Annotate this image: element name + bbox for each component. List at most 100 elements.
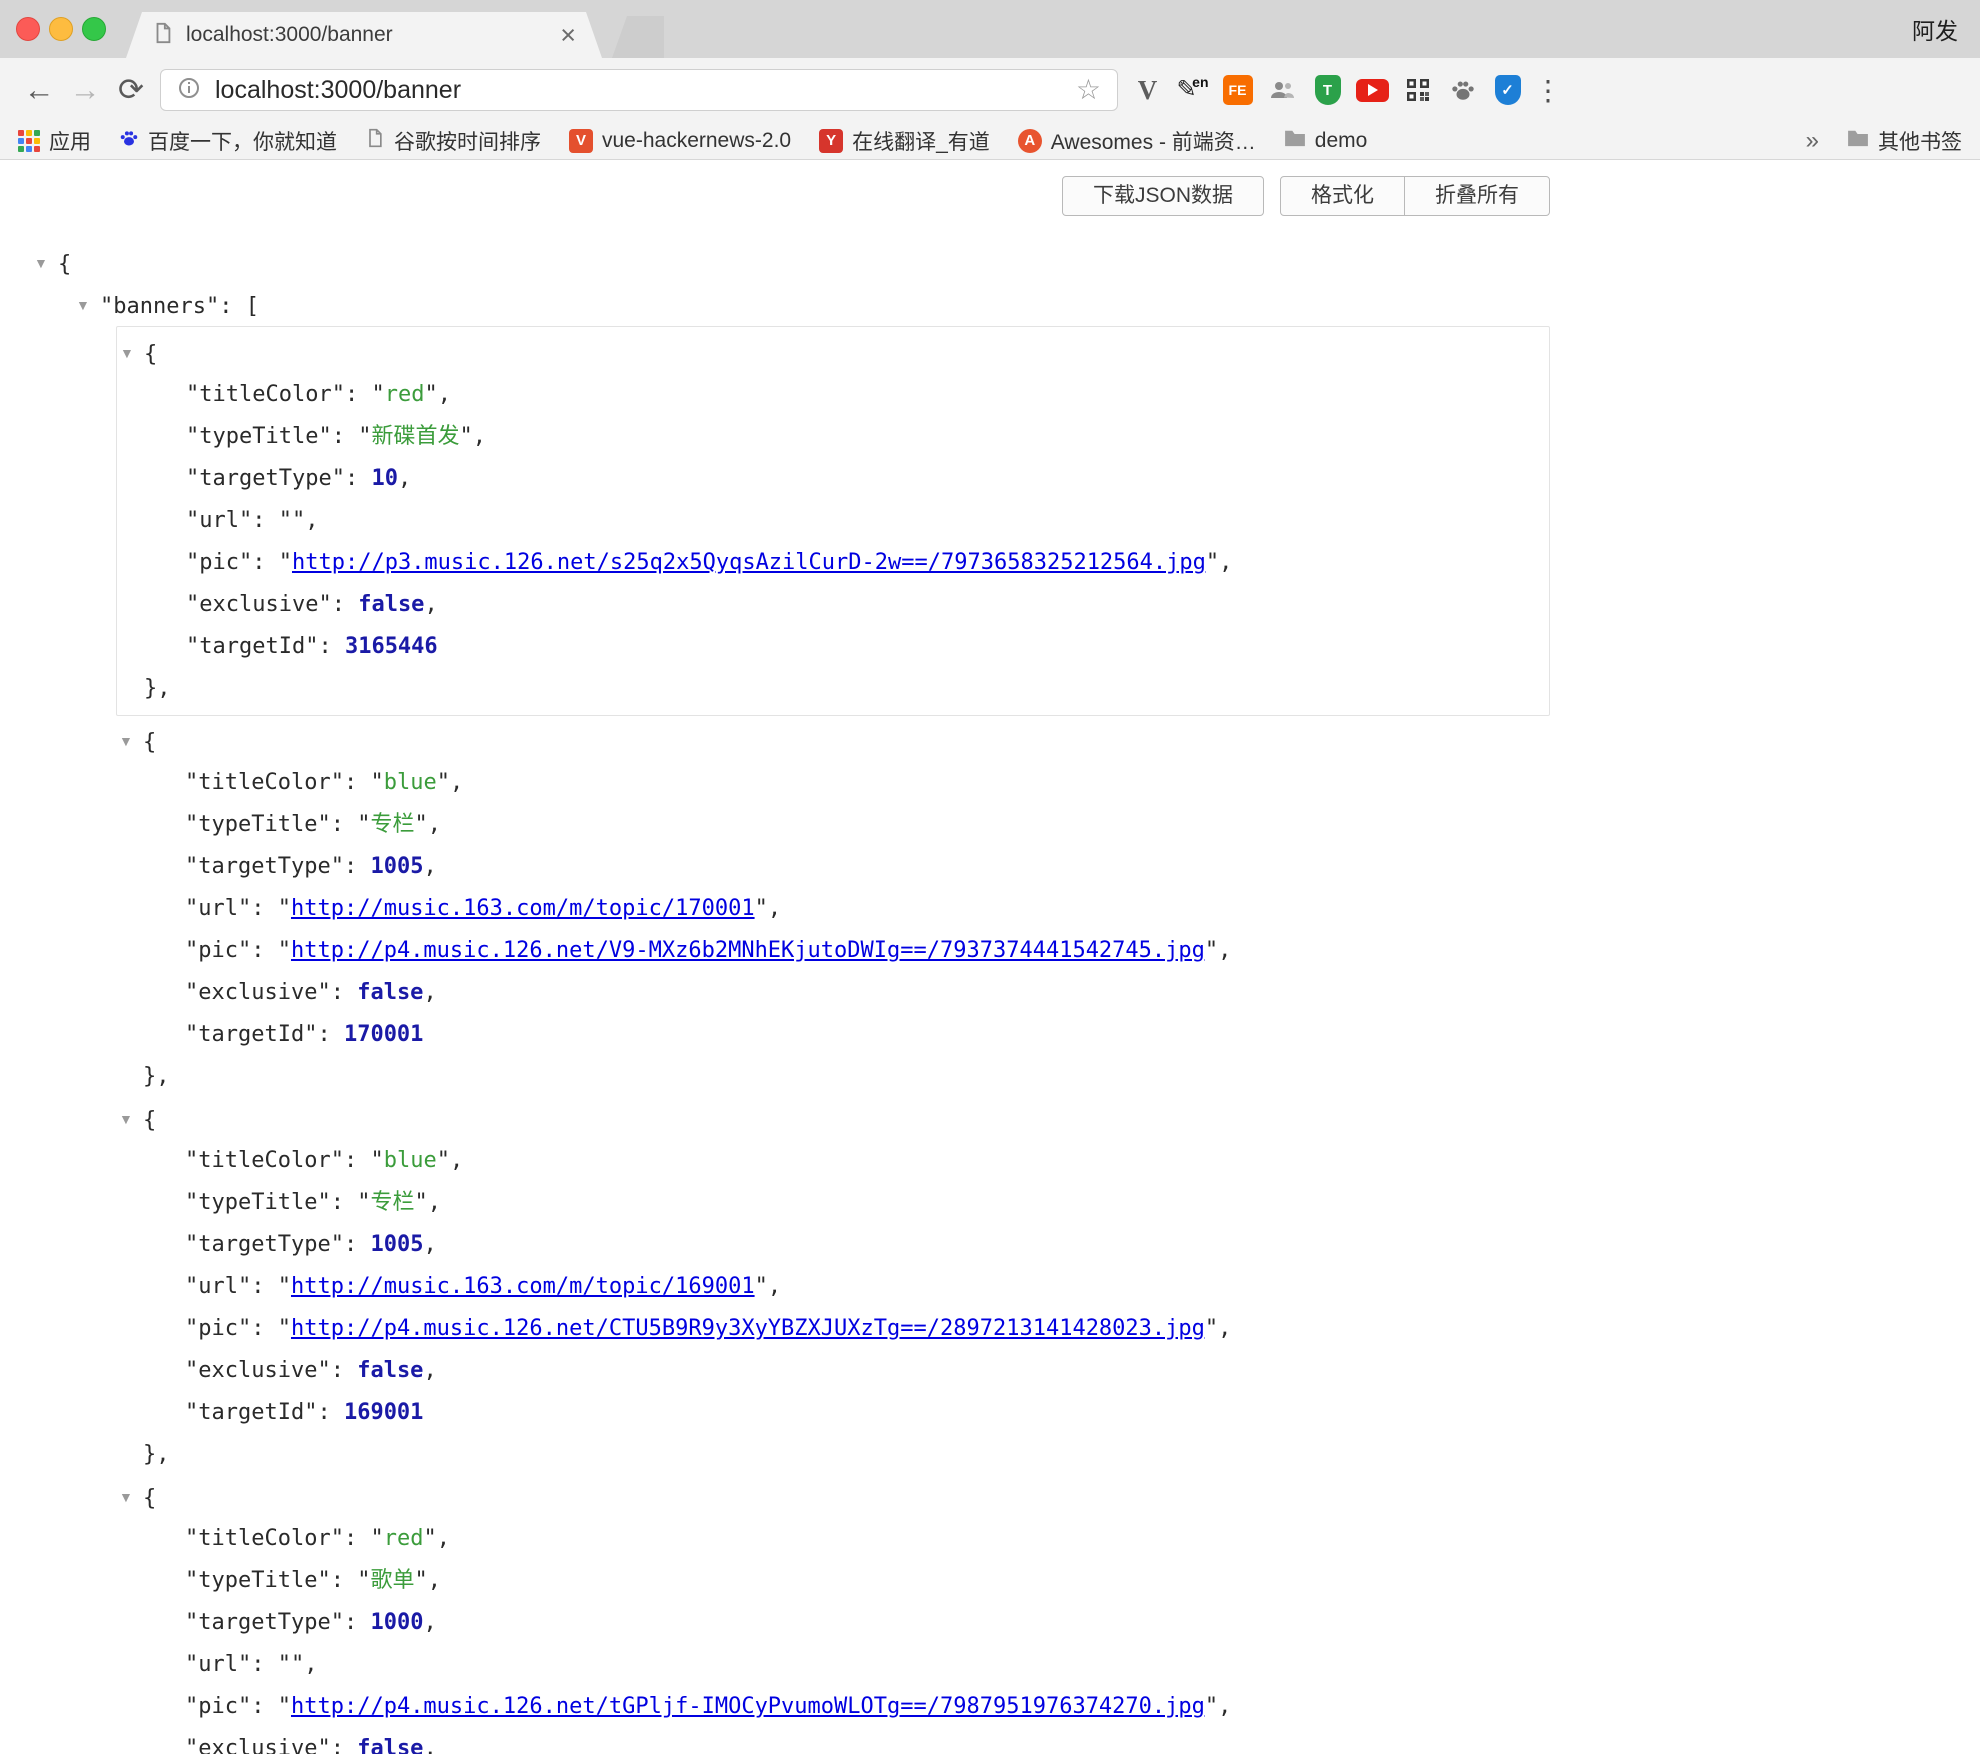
bookmark-label: 在线翻译_有道 [852, 126, 990, 156]
json-token-p: "" [278, 1652, 305, 1677]
collapse-all-button[interactable]: 折叠所有 [1404, 176, 1550, 216]
json-line: "url": "http://music.163.com/m/topic/170… [116, 888, 1550, 930]
bookmark-youdao[interactable]: Y 在线翻译_有道 [819, 126, 990, 156]
json-token-num: 1005 [370, 1232, 423, 1257]
json-token-key: "pic" [186, 550, 252, 575]
json-line: "typeTitle": "歌单", [116, 1560, 1550, 1602]
chrome-menu-icon[interactable]: ⋮ [1533, 74, 1563, 107]
json-token-key: "typeTitle" [186, 424, 332, 449]
bookmark-star-icon[interactable]: ☆ [1076, 76, 1101, 104]
json-token-p: " [278, 938, 291, 963]
bookmark-demo-folder[interactable]: demo [1284, 129, 1368, 153]
json-url-link[interactable]: http://p4.music.126.net/V9-MXz6b2MNhEKju… [291, 938, 1205, 963]
bookmark-vue-hackernews[interactable]: V vue-hackernews-2.0 [569, 129, 791, 153]
extensions-row: V ✎ en FE T ✓ [1130, 73, 1525, 108]
json-token-p: : [251, 896, 278, 921]
url-text[interactable]: localhost:3000/banner [215, 76, 1062, 105]
collapse-toggle-icon[interactable]: ▼ [119, 1098, 143, 1140]
youtube-extension-icon[interactable] [1355, 73, 1390, 108]
browser-tab[interactable]: localhost:3000/banner × [126, 12, 602, 58]
json-token-str: red [385, 382, 425, 407]
json-token-p: " [357, 1568, 370, 1593]
bookmark-other-bookmarks[interactable]: 其他书签 [1847, 126, 1962, 156]
collapse-toggle-icon[interactable]: ▼ [120, 332, 144, 374]
people-extension-icon[interactable] [1265, 73, 1300, 108]
tab-close-icon[interactable]: × [560, 22, 576, 49]
paw-extension-icon[interactable] [1445, 73, 1480, 108]
json-token-key: "targetType" [186, 466, 345, 491]
json-token-key: "titleColor" [185, 1148, 344, 1173]
json-token-p: , [473, 424, 486, 449]
json-token-p: : [251, 1316, 278, 1341]
collapse-toggle-icon[interactable]: ▼ [119, 720, 143, 762]
format-button[interactable]: 格式化 [1280, 176, 1405, 216]
json-token-p: " [414, 1190, 427, 1215]
bookmark-awesomes[interactable]: A Awesomes - 前端资… [1018, 126, 1256, 156]
close-window-button[interactable] [16, 17, 40, 41]
bookmark-baidu[interactable]: 百度一下，你就知道 [119, 126, 337, 156]
profile-name[interactable]: 阿发 [1912, 0, 1958, 58]
json-tree: ▼{▼"banners": [▼{"titleColor": "red","ty… [0, 242, 1980, 1754]
json-token-num: 1005 [370, 854, 423, 879]
json-url-link[interactable]: http://p3.music.126.net/s25q2x5QyqsAzilC… [292, 550, 1206, 575]
json-url-link[interactable]: http://p4.music.126.net/tGPljf-IMOCyPvum… [291, 1694, 1205, 1719]
collapse-toggle-icon[interactable]: ▼ [76, 284, 100, 326]
collapse-toggle-icon[interactable]: ▼ [34, 242, 58, 284]
json-token-p: : [345, 382, 372, 407]
json-line: "pic": "http://p3.music.126.net/s25q2x5Q… [117, 542, 1549, 584]
json-token-p: "" [279, 508, 306, 533]
json-token-p: " [1205, 1694, 1218, 1719]
json-line: "targetId": 169001 [116, 1392, 1550, 1434]
page-content: 下载JSON数据 格式化 折叠所有 ▼{▼"banners": [▼{"titl… [0, 176, 1980, 1754]
translate-extension-icon[interactable]: ✎ en [1175, 73, 1210, 108]
json-token-key: "pic" [185, 1316, 251, 1341]
bookmark-google-sort[interactable]: 谷歌按时间排序 [365, 126, 541, 156]
json-token-p: : [332, 424, 359, 449]
collapse-toggle-icon[interactable]: ▼ [119, 1476, 143, 1518]
address-bar[interactable]: localhost:3000/banner ☆ [160, 69, 1118, 111]
vimium-extension-icon[interactable]: V [1130, 73, 1165, 108]
json-url-link[interactable]: http://music.163.com/m/topic/170001 [291, 896, 755, 921]
json-token-key: "targetType" [185, 854, 344, 879]
bookmark-apps[interactable]: 应用 [18, 126, 91, 156]
bookmark-label: 百度一下，你就知道 [148, 126, 337, 156]
json-token-p: : [331, 980, 358, 1005]
zoom-window-button[interactable] [82, 17, 106, 41]
qr-code-extension-icon[interactable] [1400, 73, 1435, 108]
json-token-p: : [331, 1568, 358, 1593]
vue-v-icon: V [569, 129, 593, 153]
json-token-p: : [345, 466, 372, 491]
json-token-p: }, [144, 676, 171, 701]
page-info-icon[interactable] [177, 76, 201, 105]
json-token-p: : [251, 1274, 278, 1299]
json-url-link[interactable]: http://music.163.com/m/topic/169001 [291, 1274, 755, 1299]
json-token-key: "targetId" [185, 1400, 317, 1425]
bookmarks-overflow-chevron[interactable]: » [1806, 127, 1819, 155]
fe-extension-icon[interactable]: FE [1220, 73, 1255, 108]
banner-object-3: ▼{"titleColor": "red","typeTitle": "歌单",… [116, 1476, 1550, 1754]
json-token-key: "typeTitle" [185, 1190, 331, 1215]
new-tab-button[interactable] [612, 16, 664, 58]
blue-shield-extension-icon[interactable]: ✓ [1490, 73, 1525, 108]
back-icon[interactable]: ← [16, 72, 62, 108]
minimize-window-button[interactable] [49, 17, 73, 41]
json-url-link[interactable]: http://p4.music.126.net/CTU5B9R9y3XyYBZX… [291, 1316, 1205, 1341]
json-token-p: , [423, 1358, 436, 1383]
green-shield-extension-icon[interactable]: T [1310, 73, 1345, 108]
json-token-p: " [278, 896, 291, 921]
json-token-key: "url" [186, 508, 252, 533]
json-token-p: , [428, 1190, 441, 1215]
json-token-p: , [423, 854, 436, 879]
json-line: "targetId": 3165446 [117, 626, 1549, 668]
reload-icon[interactable]: ⟳ [108, 72, 154, 108]
json-line: "url": "", [117, 500, 1549, 542]
download-json-button[interactable]: 下载JSON数据 [1062, 176, 1264, 216]
json-token-p: { [143, 1108, 156, 1133]
json-token-str: 专栏 [370, 812, 414, 837]
json-token-p: : [252, 550, 279, 575]
json-token-key: "titleColor" [185, 770, 344, 795]
json-line: "targetType": 10, [117, 458, 1549, 500]
json-token-p: , [423, 1610, 436, 1635]
forward-icon[interactable]: → [62, 72, 108, 108]
json-token-p: : [331, 812, 358, 837]
